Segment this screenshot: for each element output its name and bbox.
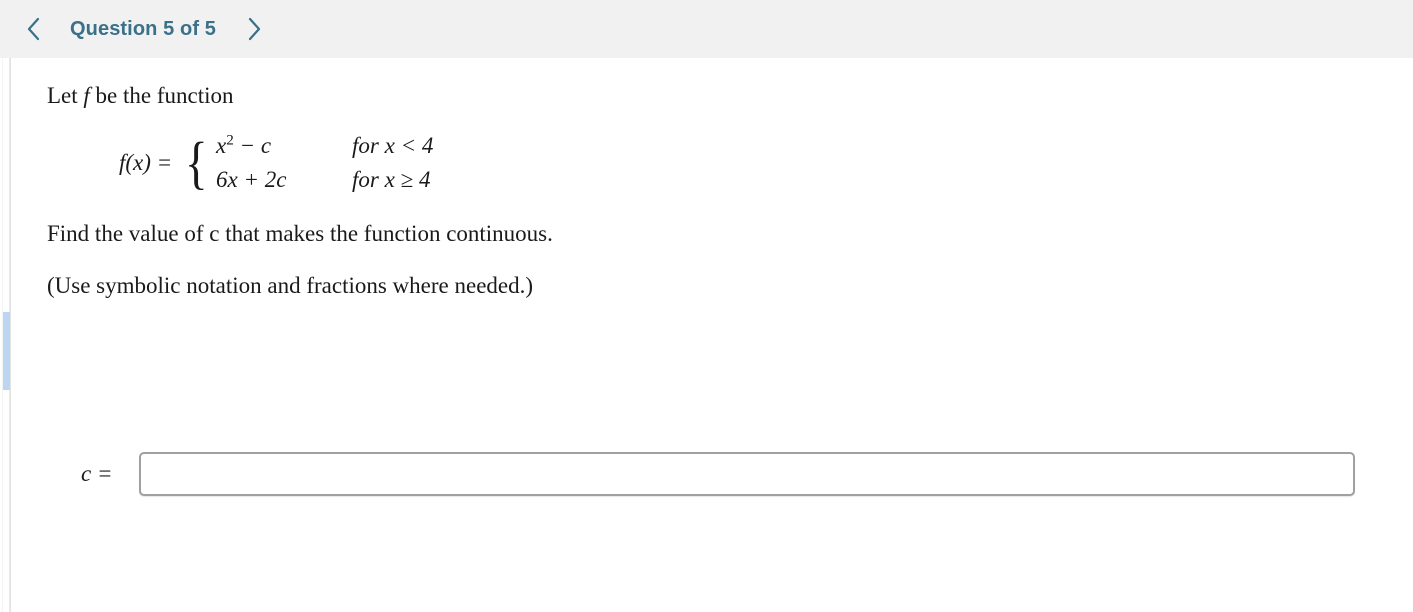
case-condition: for x ≥ 4 (334, 167, 430, 193)
intro-prefix-text: Let (47, 83, 84, 108)
question-note-text: (Use symbolic notation and fractions whe… (47, 272, 534, 298)
intro-suffix-text: be the function (89, 83, 234, 108)
piecewise-cases: x2 − c for x < 4 6x + 2c for x ≥ 4 (216, 131, 433, 193)
vertical-scrollbar-track[interactable] (2, 58, 11, 612)
next-question-button[interactable] (234, 9, 274, 49)
header-nav-group: Question 5 of 5 (14, 0, 274, 58)
case-expression: 6x + 2c (216, 167, 334, 193)
question-title: Question 5 of 5 (70, 18, 216, 40)
case-condition-text: for x ≥ 4 (352, 166, 431, 192)
case-expression-tail: − c (233, 132, 272, 158)
question-header-bar: Question 5 of 5 (0, 0, 1413, 58)
case-expression-tail: 6x + 2c (216, 166, 287, 192)
case-condition: for x < 4 (334, 133, 433, 159)
previous-question-button[interactable] (14, 9, 54, 49)
answer-label: c = (81, 461, 113, 486)
chevron-left-icon (24, 16, 44, 42)
case-condition-text: for x < 4 (352, 132, 434, 158)
chevron-right-icon (244, 16, 264, 42)
piecewise-case-row: x2 − c for x < 4 (216, 131, 433, 159)
case-expression-exponent: 2 (226, 131, 234, 149)
equation-lhs-rest: (x) = (125, 149, 173, 175)
case-expression-base: x (216, 132, 227, 158)
piecewise-case-row: 6x + 2c for x ≥ 4 (216, 167, 433, 193)
piecewise-brace: { (185, 129, 208, 195)
case-expression: x2 − c (216, 131, 334, 159)
question-content-panel: Let f be the function f(x) = { x2 − c fo… (10, 58, 1413, 612)
equation-left-hand-side: f(x) = (119, 150, 180, 176)
problem-statement: Let f be the function f(x) = { x2 − c fo… (47, 58, 1387, 299)
answer-row: c = (81, 452, 1381, 496)
piecewise-function-equation: f(x) = { x2 − c for x < 4 6x + 2c for x … (119, 129, 1387, 195)
answer-input[interactable] (139, 452, 1356, 496)
question-prompt-text: Find the value of c that makes the funct… (47, 220, 553, 246)
problem-intro-line: Let f be the function (47, 82, 1387, 111)
